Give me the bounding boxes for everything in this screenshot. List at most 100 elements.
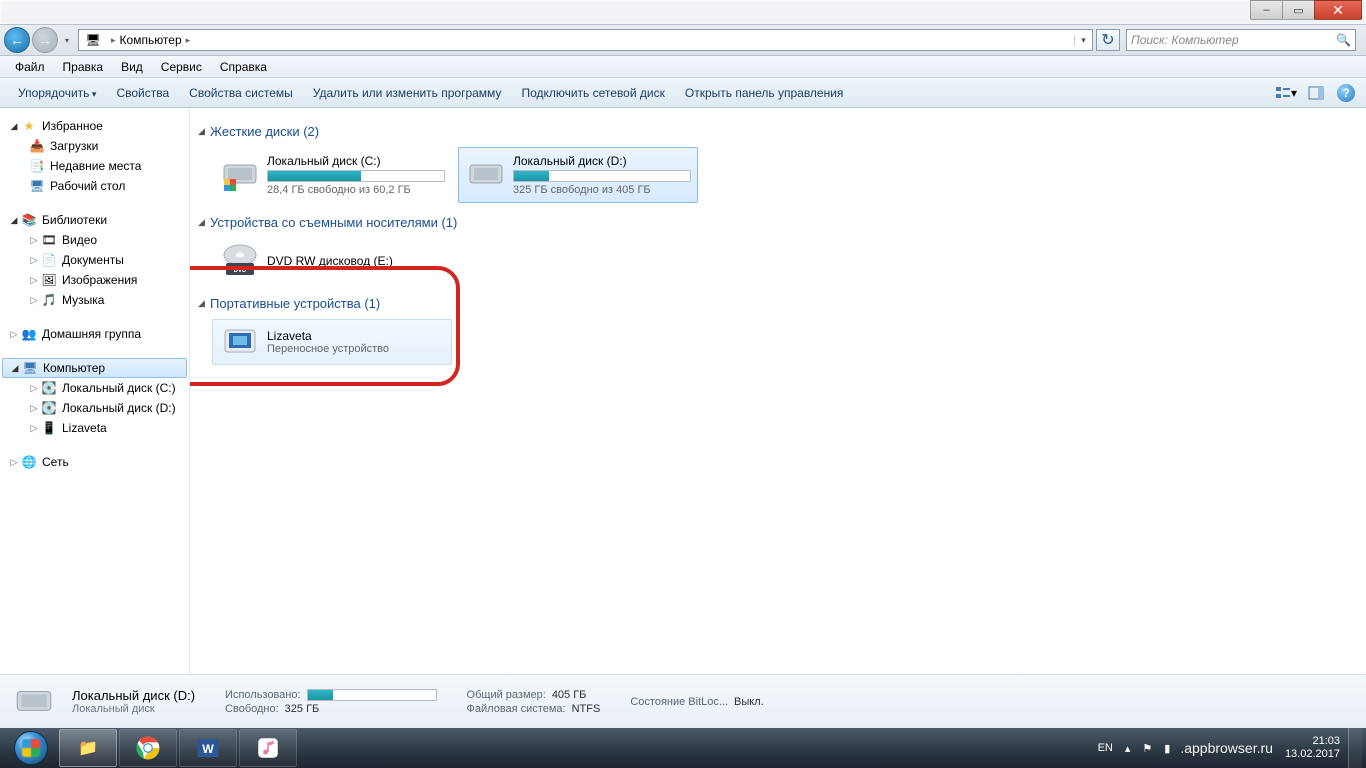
usage-bar [267,170,445,182]
preview-pane-button[interactable] [1304,81,1328,105]
svg-text:W: W [202,742,214,756]
group-removable[interactable]: ◢Устройства со съемными носителями (1) [198,215,1356,230]
taskbar-chrome[interactable] [119,729,177,767]
tree-homegroup[interactable]: ▷👥Домашняя группа [0,324,189,344]
tree-libraries[interactable]: ◢📚Библиотеки [0,210,189,230]
menu-bar: Файл Правка Вид Сервис Справка [0,56,1366,78]
tray-flag-icon[interactable]: ⚑ [1136,742,1158,755]
tray-battery-icon[interactable]: ▮ [1158,742,1176,755]
dvd-drive[interactable]: DVD DVD RW дисковод (E:) [212,238,452,284]
portable-device[interactable]: Lizaveta Переносное устройство [212,319,452,365]
menu-help[interactable]: Справка [211,58,276,76]
computer-icon: 🖥 [21,360,39,376]
drive-label: Локальный диск (D:) [513,154,691,168]
open-control-panel-button[interactable]: Открыть панель управления [675,82,854,104]
organize-button[interactable]: Упорядочить [8,82,106,104]
drive-d[interactable]: Локальный диск (D:) 325 ГБ свободно из 4… [458,147,698,203]
tray-show-hidden-icon[interactable]: ▴ [1119,742,1137,755]
hdd-icon [465,154,507,196]
tray-language[interactable]: EN [1092,742,1119,754]
tree-recent[interactable]: 📑Недавние места [0,156,189,176]
chrome-icon [135,735,161,761]
taskbar-explorer[interactable]: 📁 [59,729,117,767]
uninstall-change-program-button[interactable]: Удалить или изменить программу [303,82,512,104]
tree-pictures[interactable]: ▷🖼Изображения [0,270,189,290]
device-label: Lizaveta [267,329,445,343]
documents-icon: 📄 [40,252,58,268]
hdd-icon [219,154,261,196]
change-view-button[interactable]: ▾ [1274,81,1298,105]
breadcrumb-sep-icon[interactable]: ▸ [182,35,195,46]
refresh-button[interactable]: ↻ [1096,29,1120,51]
search-input[interactable]: Поиск: Компьютер 🔍 [1126,29,1356,51]
details-title: Локальный диск (D:) [72,688,195,703]
menu-file[interactable]: Файл [6,58,54,76]
tree-favorites[interactable]: ◢★Избранное [0,116,189,136]
nav-history-dropdown[interactable]: ▾ [60,27,74,53]
taskbar-itunes[interactable] [239,729,297,767]
group-hard-disks[interactable]: ◢Жесткие диски (2) [198,124,1356,139]
folder-icon: 📁 [78,738,98,758]
back-button[interactable]: ← [4,27,30,53]
tree-computer[interactable]: ◢🖥Компьютер [2,358,187,378]
portable-device-icon [219,321,261,363]
tree-documents[interactable]: ▷📄Документы [0,250,189,270]
map-network-drive-button[interactable]: Подключить сетевой диск [511,82,674,104]
system-properties-button[interactable]: Свойства системы [179,82,303,104]
drive-c[interactable]: Локальный диск (C:) 28,4 ГБ свободно из … [212,147,452,203]
tree-lizaveta[interactable]: ▷📱Lizaveta [0,418,189,438]
pictures-icon: 🖼 [40,272,58,288]
details-subtitle: Локальный диск [72,703,195,715]
hdd-icon [10,680,58,724]
tray-clock[interactable]: 21:03 13.02.2017 [1277,735,1348,761]
drive-label: DVD RW дисковод (E:) [267,254,445,268]
search-placeholder: Поиск: Компьютер [1131,33,1239,47]
tree-drive-c[interactable]: ▷💽Локальный диск (C:) [0,378,189,398]
menu-tools[interactable]: Сервис [152,58,211,76]
show-desktop-button[interactable] [1348,728,1362,768]
tree-drive-d[interactable]: ▷💽Локальный диск (D:) [0,398,189,418]
tree-music[interactable]: ▷🎵Музыка [0,290,189,310]
drive-space: 325 ГБ свободно из 405 ГБ [513,184,691,196]
drive-space: 28,4 ГБ свободно из 60,2 ГБ [267,184,445,196]
search-icon[interactable]: 🔍 [1336,33,1351,47]
tree-network[interactable]: ▷🌐Сеть [0,452,189,472]
breadcrumb-sep-icon: ▸ [107,35,120,46]
tree-desktop[interactable]: 🖥Рабочий стол [0,176,189,196]
libraries-icon: 📚 [20,212,38,228]
recent-icon: 📑 [28,158,46,174]
computer-icon: 🖥 [83,32,103,48]
address-bar[interactable]: 🖥 ▸ Компьютер ▸ ▾ [78,29,1093,51]
tree-videos[interactable]: ▷🎞Видео [0,230,189,250]
minimize-button[interactable]: – [1250,0,1283,20]
desktop-icon: 🖥 [28,178,46,194]
address-dropdown[interactable]: ▾ [1074,35,1092,46]
star-icon: ★ [20,118,38,134]
music-icon: 🎵 [40,292,58,308]
svg-text:DVD: DVD [234,268,247,274]
content-pane: ◢Жесткие диски (2) Локальный диск (C:) 2… [190,108,1366,674]
watermark: .appbrowser.ru [1176,740,1277,756]
network-icon: 🌐 [20,454,38,470]
drive-icon: 💽 [40,380,58,396]
usage-bar [513,170,691,182]
menu-edit[interactable]: Правка [54,58,113,76]
homegroup-icon: 👥 [20,326,38,342]
device-type: Переносное устройство [267,343,445,355]
taskbar-word[interactable]: W [179,729,237,767]
forward-button[interactable]: → [32,27,58,53]
video-icon: 🎞 [40,232,58,248]
properties-button[interactable]: Свойства [106,82,179,104]
menu-view[interactable]: Вид [112,58,152,76]
help-button[interactable]: ? [1334,81,1358,105]
taskbar: 📁 W EN ▴ ⚑ ▮ .appbrowser.ru 21:03 13.02.… [0,728,1366,768]
close-button[interactable]: ✕ [1314,0,1362,20]
details-usage-bar [307,689,437,701]
group-portable[interactable]: ◢Портативные устройства (1) [198,296,1356,311]
word-icon: W [195,735,221,761]
folder-icon: 📥 [28,138,46,154]
start-button[interactable] [4,728,58,768]
tree-downloads[interactable]: 📥Загрузки [0,136,189,156]
breadcrumb-computer[interactable]: Компьютер [120,33,182,47]
maximize-button[interactable]: ▭ [1282,0,1315,20]
